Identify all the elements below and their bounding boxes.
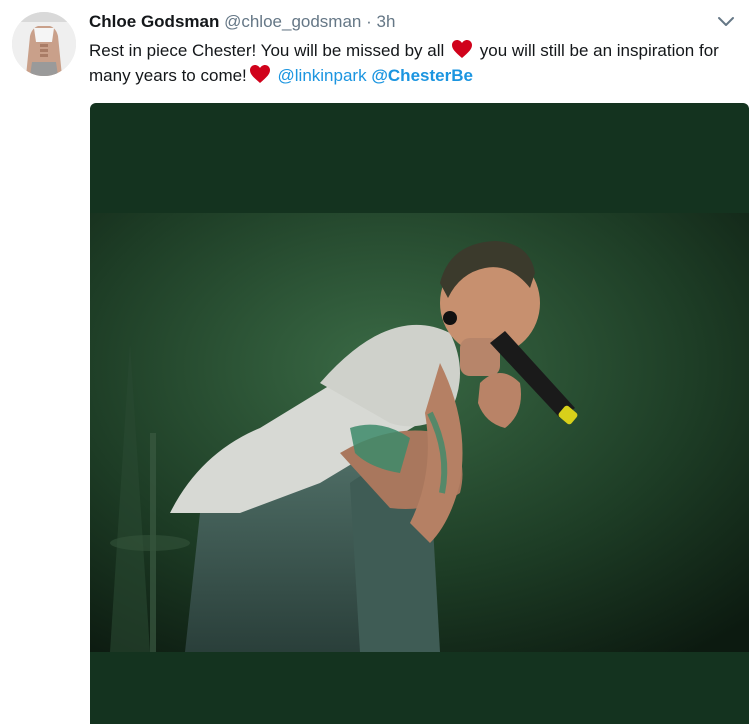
avatar-image [12,12,76,76]
mention-linkinpark[interactable]: @linkinpark [278,66,367,85]
author-name[interactable]: Chloe Godsman [89,12,219,31]
avatar[interactable] [12,12,76,76]
tweet-header: Chloe Godsman @chloe_godsman · 3h [89,11,395,33]
timestamp[interactable]: 3h [377,12,396,31]
tweet-text: Rest in piece Chester! You will be misse… [89,38,744,88]
red-heart-icon [452,40,473,58]
red-heart-icon [249,65,270,83]
tweet-text-part1: Rest in piece Chester! You will be misse… [89,41,445,60]
mention-chesterbe[interactable]: @ChesterBe [371,66,473,85]
separator-dot: · [366,12,372,31]
tweet[interactable]: Chloe Godsman @chloe_godsman · 3h Rest i… [0,0,750,724]
media-container[interactable] [90,103,749,724]
chevron-down-icon[interactable] [716,14,736,28]
author-handle[interactable]: @chloe_godsman [224,12,361,31]
tweet-photo[interactable] [90,213,749,652]
